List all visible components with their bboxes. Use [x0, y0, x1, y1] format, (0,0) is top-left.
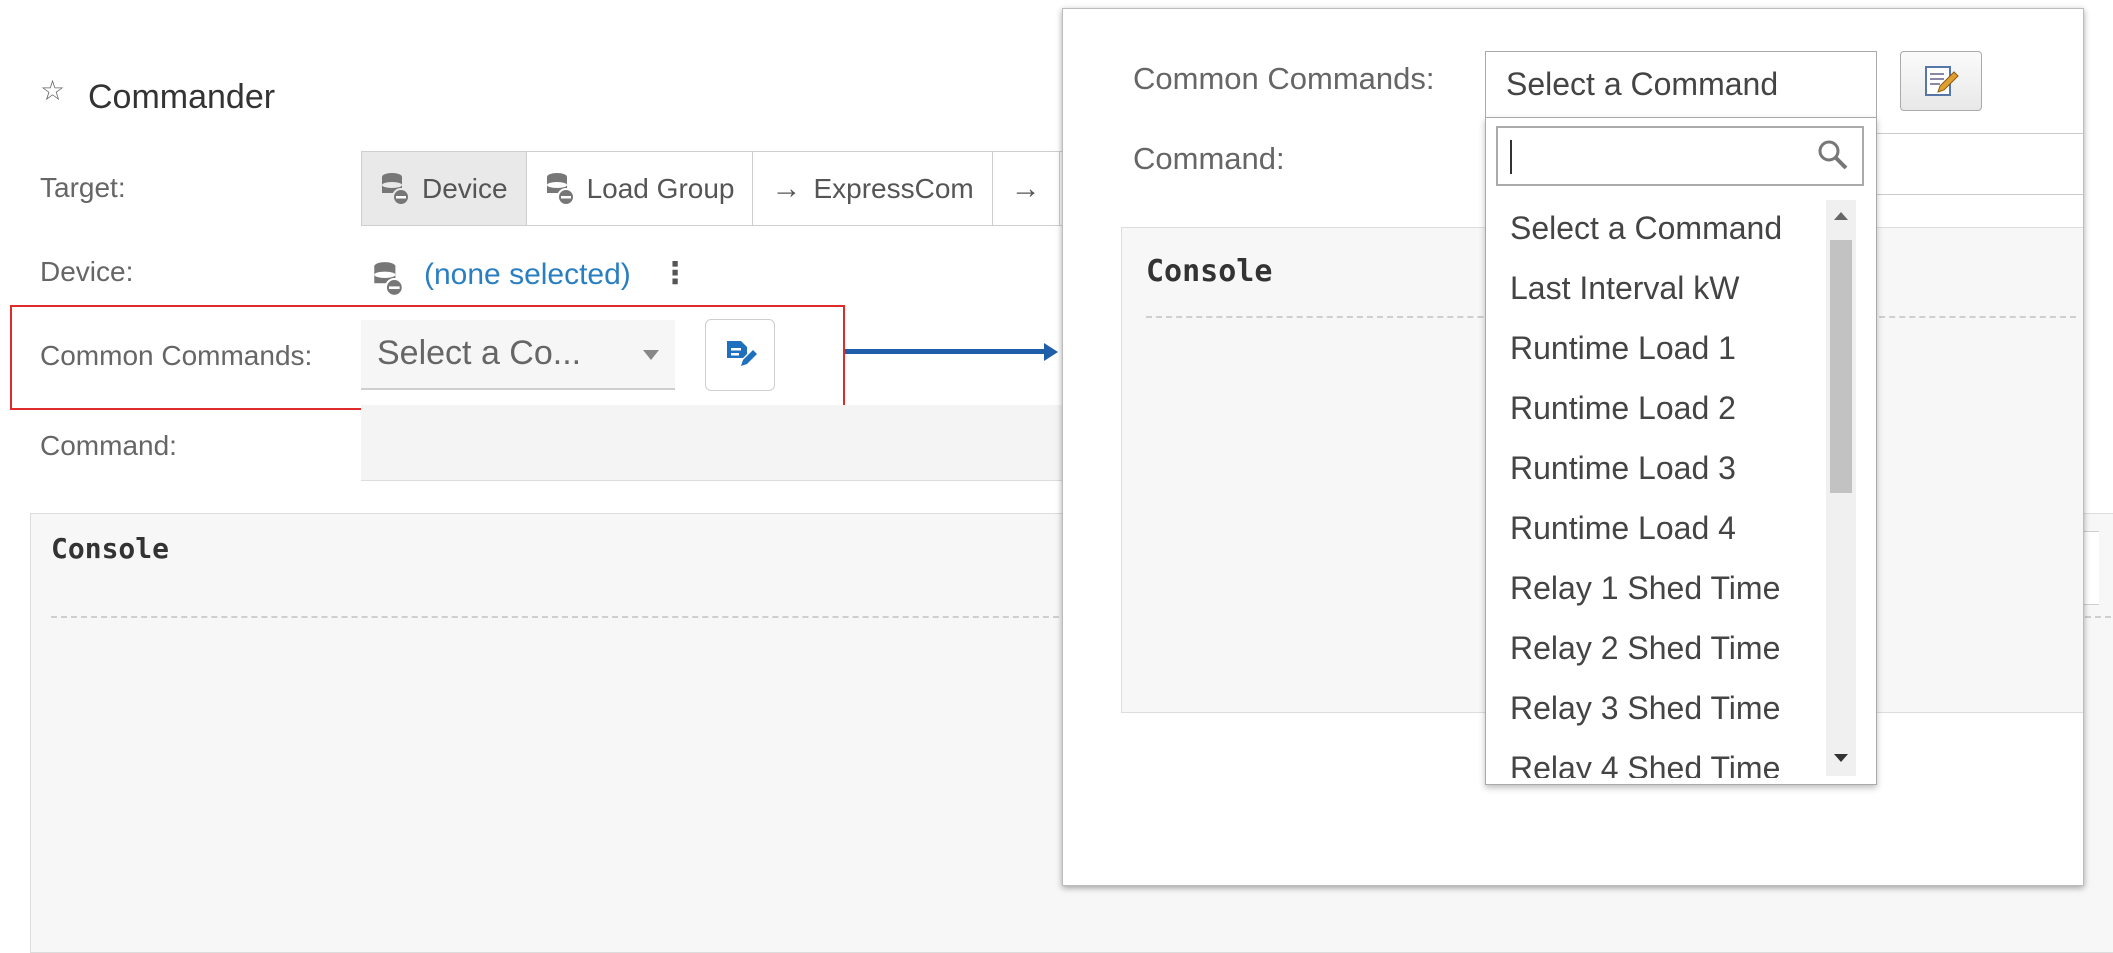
popup-select-value: Select a Command — [1506, 66, 1779, 102]
dropdown-option[interactable]: Runtime Load 3 — [1486, 438, 1826, 498]
callout-arrow-head — [1044, 343, 1058, 361]
chevron-down-icon — [643, 350, 659, 360]
target-load-group-button[interactable]: Load Group — [527, 152, 754, 225]
scroll-up-icon[interactable] — [1834, 212, 1848, 220]
common-commands-value: Select a Co... — [377, 334, 582, 372]
database-icon — [382, 172, 410, 206]
target-load-group-label: Load Group — [586, 172, 735, 204]
scroll-down-icon[interactable] — [1834, 754, 1848, 762]
arrow-right-icon: → — [771, 171, 802, 205]
dropdown-option[interactable]: Relay 2 Shed Time — [1486, 618, 1826, 678]
star-icon[interactable]: ☆ — [40, 74, 65, 107]
dropdown-option[interactable]: Runtime Load 2 — [1486, 378, 1826, 438]
popup-command-select[interactable]: Select a Command — [1485, 51, 1877, 117]
target-label: Target: — [40, 172, 126, 203]
dropdown-scrollbar[interactable] — [1826, 200, 1856, 776]
dropdown-search-input[interactable] — [1496, 126, 1864, 186]
callout-arrow — [845, 349, 1050, 354]
command-label: Command: — [40, 430, 177, 461]
search-icon — [1818, 140, 1848, 170]
popup-command-label: Command: — [1133, 141, 1285, 176]
text-cursor — [1510, 140, 1512, 174]
edit-icon — [727, 341, 757, 366]
common-commands-select[interactable]: Select a Co... — [361, 320, 675, 390]
scrollbar-thumb[interactable] — [1830, 240, 1852, 493]
page-title: Commander — [88, 78, 276, 116]
target-expresscom-button[interactable]: → ExpressCom — [753, 152, 993, 225]
device-label: Device: — [40, 256, 134, 287]
database-icon — [546, 172, 575, 206]
console-title: Console — [51, 532, 170, 565]
dropdown-option[interactable]: Select a Command — [1486, 198, 1826, 258]
popup-divider — [1877, 133, 2083, 134]
zoom-inset: Common Commands: Command: Select a Comma… — [1062, 8, 2084, 886]
dropdown-option[interactable]: Last Interval kW — [1486, 258, 1826, 318]
target-device-button[interactable]: Device — [362, 152, 527, 225]
target-expresscom-label: ExpressCom — [813, 172, 974, 204]
command-dropdown: Select a Command Last Interval kW Runtim… — [1485, 117, 1877, 785]
target-button-group: Device Load Group → ExpressCom → — [361, 151, 1122, 226]
dropdown-option[interactable]: Relay 1 Shed Time — [1486, 558, 1826, 618]
common-commands-label: Common Commands: — [40, 340, 313, 371]
arrow-right-icon: → — [1010, 171, 1041, 205]
popup-console-title: Console — [1146, 254, 1273, 289]
popup-divider — [1877, 194, 2083, 195]
popup-common-commands-label: Common Commands: — [1133, 61, 1435, 96]
target-device-label: Device — [422, 172, 508, 204]
dropdown-option[interactable]: Relay 3 Shed Time — [1486, 678, 1826, 738]
dropdown-option[interactable]: Runtime Load 1 — [1486, 318, 1826, 378]
dropdown-options-list: Select a Command Last Interval kW Runtim… — [1486, 198, 1826, 778]
edit-icon — [1925, 66, 1959, 96]
target-more-button[interactable]: → — [993, 152, 1060, 225]
more-vertical-icon[interactable]: ⋮ — [660, 256, 690, 291]
edit-command-button[interactable] — [705, 319, 775, 391]
dropdown-option[interactable]: Runtime Load 4 — [1486, 498, 1826, 558]
popup-edit-button[interactable] — [1900, 51, 1982, 111]
dropdown-option[interactable]: Relay 4 Shed Time — [1486, 738, 1826, 778]
device-picker-link[interactable]: (none selected) — [424, 258, 631, 292]
database-icon — [374, 262, 404, 297]
